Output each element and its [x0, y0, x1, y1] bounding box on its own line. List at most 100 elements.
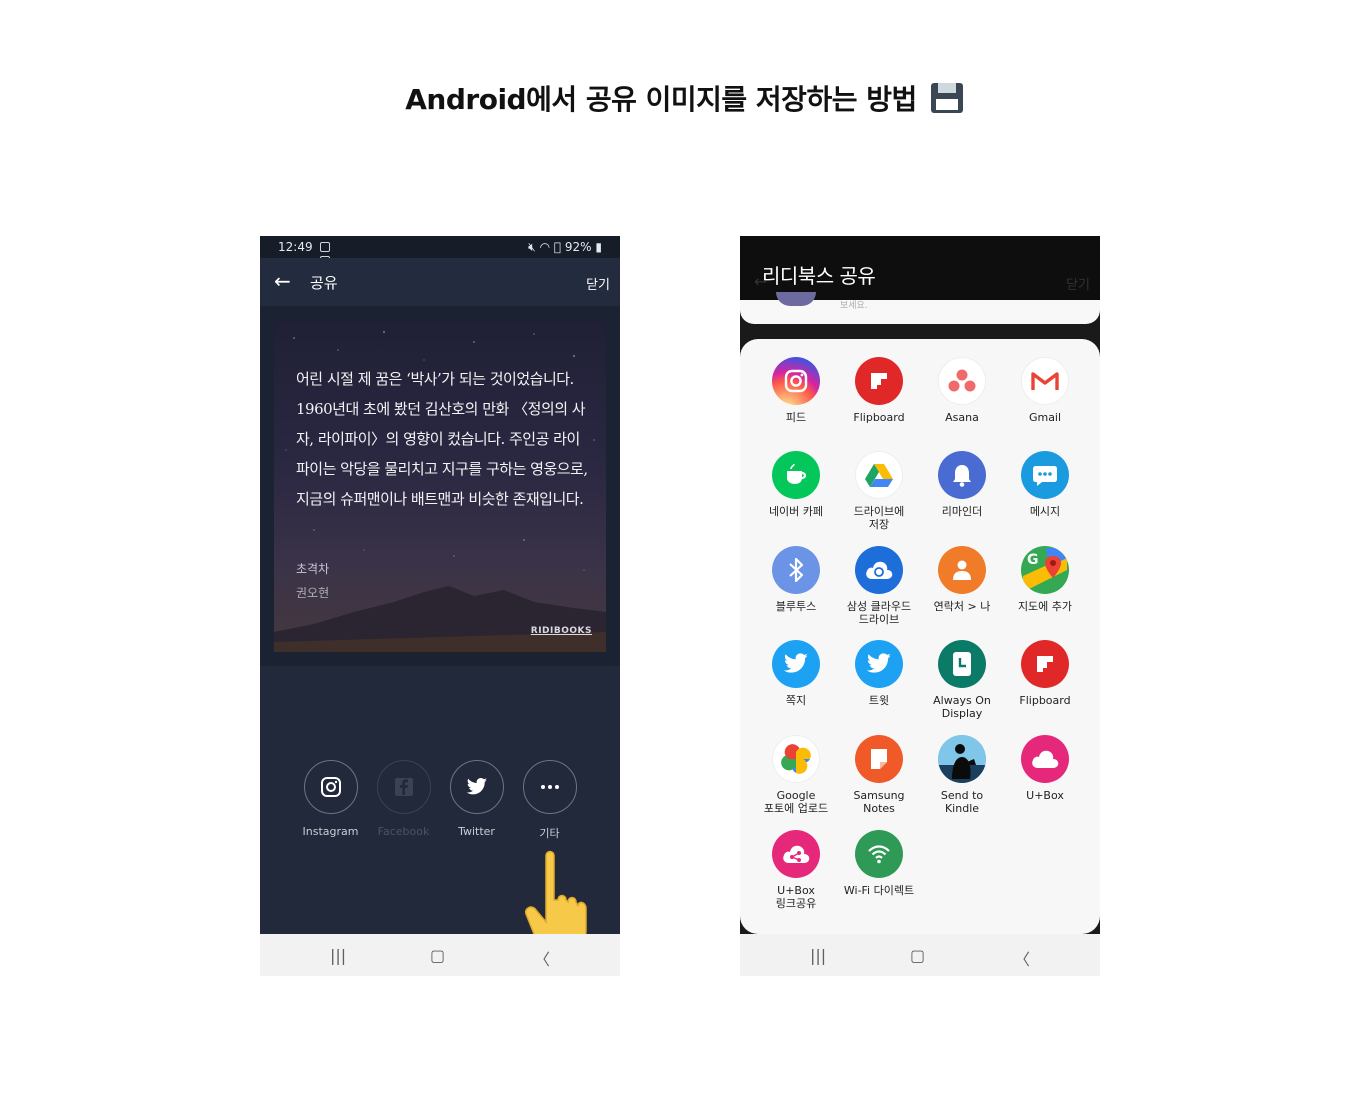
news-icon	[320, 242, 330, 252]
share-target-20[interactable]: U+Box 링크공유	[754, 830, 838, 910]
more-icon[interactable]	[522, 760, 577, 814]
share-target-label: 리마인더	[941, 505, 983, 518]
asana-icon[interactable]	[938, 357, 986, 405]
share-target-label: 쪽지	[785, 694, 807, 707]
share-sheet-title: 리디북스 공유	[762, 264, 876, 288]
phone-share-sheet: ← 닫기 리디북스 공유 보세요. 피드 Flipboard Asana Gmail 네…	[740, 236, 1100, 976]
floppy-disk-icon	[930, 83, 963, 113]
contact-avatar	[776, 292, 816, 306]
share-target-label: 트윗	[868, 694, 890, 707]
share-target-label: Always On Display	[933, 694, 991, 720]
status-time: 12:49	[278, 240, 313, 254]
share-target-label: Send to Kindle	[940, 789, 984, 815]
share-target-label: U+Box	[1026, 789, 1064, 802]
flipboard-icon[interactable]	[855, 357, 903, 405]
status-bar: 12:49 🔇︎ ◠ ⃠ 92% ▮	[260, 236, 620, 266]
share-target-3[interactable]: Gmail	[1003, 357, 1087, 424]
share-target-1[interactable]: Flipboard	[837, 357, 921, 424]
ghost-close-text: 닫기	[1066, 278, 1090, 293]
share-target-15[interactable]: Flipboard	[1003, 640, 1087, 707]
share-target-2[interactable]: Asana	[920, 357, 1004, 424]
share-target-7[interactable]: 메시지	[1003, 451, 1087, 518]
direct-share-strip: 보세요.	[740, 292, 1100, 324]
share-instagram[interactable]: Instagram	[294, 760, 367, 838]
notification-icons	[320, 241, 344, 266]
share-target-label: Flipboard	[853, 411, 905, 424]
share-label: Instagram	[302, 825, 359, 838]
contact-icon[interactable]	[938, 546, 986, 594]
reminder-bell-icon[interactable]	[938, 451, 986, 499]
share-target-label: 삼성 클라우드 드라이브	[846, 600, 912, 626]
share-more[interactable]: 기타	[513, 760, 586, 841]
phone-share-screen: 12:49 🔇︎ ◠ ⃠ 92% ▮ ← 공유 닫기	[260, 236, 620, 976]
page-title: Android에서 공유 이미지를 저장하는 방법	[397, 78, 926, 124]
share-target-16[interactable]: Google 포토에 업로드	[754, 735, 838, 815]
share-target-10[interactable]: 연락처 > 나	[920, 546, 1004, 613]
instagram-icon[interactable]	[772, 357, 820, 405]
share-target-label: 네이버 카페	[768, 505, 824, 518]
share-target-label: 피드	[785, 411, 807, 424]
uplus-link-icon[interactable]	[772, 830, 820, 878]
twitter-icon[interactable]	[772, 640, 820, 688]
share-target-label: 블루투스	[775, 600, 817, 613]
recents-icon[interactable]: |||	[810, 946, 826, 965]
twitter-icon[interactable]	[855, 640, 903, 688]
arrow-left-icon[interactable]: ←	[274, 270, 291, 292]
samsung-notes-icon[interactable]	[855, 735, 903, 783]
bluetooth-icon[interactable]	[772, 546, 820, 594]
share-target-8[interactable]: 블루투스	[754, 546, 838, 613]
clock-icon[interactable]	[938, 640, 986, 688]
quote-card: 어린 시절 제 꿈은 ‘박사’가 되는 것이었습니다. 1960년대 초에 봤던…	[274, 320, 606, 652]
recents-icon[interactable]: |||	[330, 946, 346, 965]
home-icon[interactable]: ▢	[910, 946, 925, 965]
google-drive-icon[interactable]	[855, 451, 903, 499]
share-target-17[interactable]: Samsung Notes	[837, 735, 921, 815]
share-target-21[interactable]: Wi-Fi 다이렉트	[837, 830, 921, 897]
app-bar-title: 공유	[310, 274, 338, 292]
share-options: Instagram Facebook Twitter 기타	[260, 760, 620, 850]
home-icon[interactable]: ▢	[430, 946, 445, 965]
mute-icon: 🔇︎	[528, 240, 536, 254]
share-target-18[interactable]: Send to Kindle	[920, 735, 1004, 815]
share-target-label: 드라이브에 저장	[853, 505, 905, 531]
share-target-label: U+Box 링크공유	[775, 884, 817, 910]
messages-icon[interactable]	[1021, 451, 1069, 499]
gmail-icon[interactable]	[1021, 357, 1069, 405]
share-target-label: 연락처 > 나	[933, 600, 991, 613]
share-target-14[interactable]: Always On Display	[920, 640, 1004, 720]
share-target-4[interactable]: 네이버 카페	[754, 451, 838, 518]
share-target-6[interactable]: 리마인더	[920, 451, 1004, 518]
share-target-label: Wi-Fi 다이렉트	[843, 884, 915, 897]
share-target-12[interactable]: 쪽지	[754, 640, 838, 707]
share-target-label: 지도에 추가	[1017, 600, 1073, 613]
nav-back-icon[interactable]: 〈	[1014, 946, 1030, 970]
google-photos-icon[interactable]	[772, 735, 820, 783]
instagram-icon[interactable]	[303, 760, 358, 814]
google-maps-icon[interactable]: G	[1021, 546, 1069, 594]
share-target-13[interactable]: 트윗	[837, 640, 921, 707]
share-twitter[interactable]: Twitter	[440, 760, 513, 838]
share-target-5[interactable]: 드라이브에 저장	[837, 451, 921, 531]
share-label: Facebook	[377, 825, 430, 838]
share-target-label: Gmail	[1028, 411, 1062, 424]
share-target-label: Samsung Notes	[853, 789, 905, 815]
uplus-box-icon[interactable]	[1021, 735, 1069, 783]
kindle-icon[interactable]	[938, 735, 986, 783]
samsung-cloud-icon[interactable]	[855, 546, 903, 594]
twitter-icon[interactable]	[449, 760, 504, 814]
share-target-label: Flipboard	[1019, 694, 1071, 707]
share-target-19[interactable]: U+Box	[1003, 735, 1087, 802]
ridibooks-logo: RIDIBOOKS	[530, 626, 592, 636]
wifi-direct-icon[interactable]	[855, 830, 903, 878]
nav-back-icon[interactable]: 〈	[534, 946, 550, 970]
facebook-icon	[376, 760, 431, 814]
share-target-9[interactable]: 삼성 클라우드 드라이브	[837, 546, 921, 626]
share-target-11[interactable]: G 지도에 추가	[1003, 546, 1087, 613]
close-button[interactable]: 닫기	[586, 274, 610, 293]
system-nav-bar: ||| ▢ 〈	[260, 934, 620, 976]
share-target-0[interactable]: 피드	[754, 357, 838, 424]
flipboard-icon[interactable]	[1021, 640, 1069, 688]
naver-cafe-icon[interactable]	[772, 451, 820, 499]
share-target-label: 메시지	[1029, 505, 1061, 518]
wifi-icon: ◠	[539, 240, 551, 254]
